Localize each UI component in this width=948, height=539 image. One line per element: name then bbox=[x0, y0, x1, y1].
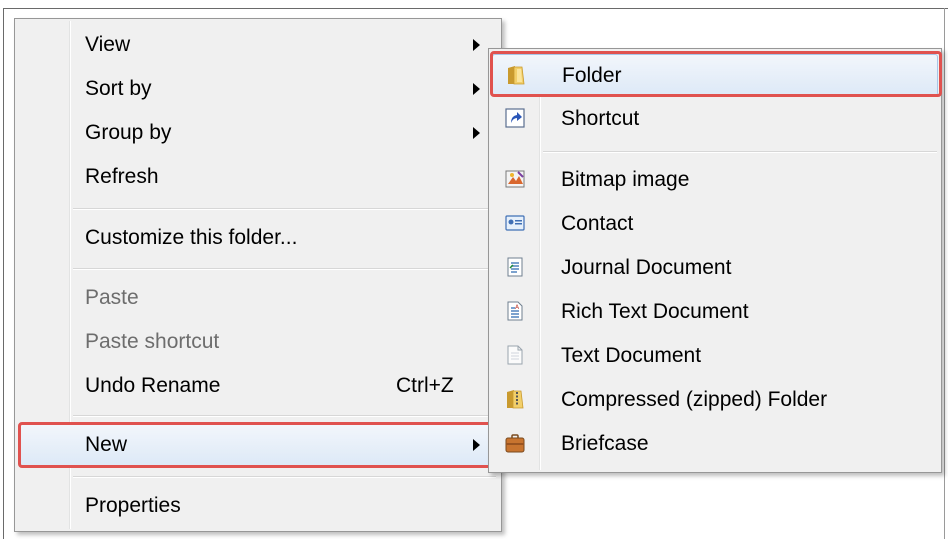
menu-item-view[interactable]: View bbox=[18, 24, 498, 66]
submenu-item-journal-document[interactable]: Journal Document bbox=[492, 247, 938, 289]
menu-separator bbox=[543, 151, 937, 153]
menu-item-label: Properties bbox=[85, 494, 181, 517]
menu-item-label: Text Document bbox=[561, 344, 702, 367]
menu-item-undo-rename[interactable]: Undo Rename Ctrl+Z bbox=[18, 365, 498, 407]
window-edge-top bbox=[3, 8, 948, 9]
keyboard-shortcut: Ctrl+Z bbox=[396, 374, 454, 397]
menu-item-label: Contact bbox=[561, 212, 634, 235]
menu-item-label: Briefcase bbox=[561, 432, 649, 455]
menu-separator bbox=[73, 415, 496, 417]
menu-item-label: Shortcut bbox=[561, 107, 640, 130]
contact-icon bbox=[505, 215, 525, 231]
menu-item-refresh[interactable]: Refresh bbox=[18, 156, 498, 198]
submenu-arrow-icon bbox=[473, 127, 480, 139]
menu-item-group-by[interactable]: Group by bbox=[18, 112, 498, 154]
menu-item-label: Customize this folder... bbox=[85, 226, 298, 249]
menu-item-label: Sort by bbox=[85, 77, 152, 100]
bitmap-image-icon bbox=[505, 170, 525, 188]
menu-item-customize-folder[interactable]: Customize this folder... bbox=[18, 217, 498, 259]
menu-separator bbox=[73, 476, 496, 478]
text-document-icon bbox=[507, 345, 523, 365]
menu-item-label: Compressed (zipped) Folder bbox=[561, 388, 828, 411]
menu-item-properties[interactable]: Properties bbox=[18, 485, 498, 527]
submenu-item-rich-text-document[interactable]: A Rich Text Document bbox=[492, 291, 938, 333]
menu-item-label: Paste shortcut bbox=[85, 330, 220, 353]
annotation-highlight-folder bbox=[490, 51, 942, 97]
rich-text-document-icon: A bbox=[507, 301, 523, 321]
submenu-item-contact[interactable]: Contact bbox=[492, 203, 938, 245]
briefcase-icon bbox=[505, 434, 525, 453]
menu-separator bbox=[73, 268, 496, 270]
menu-separator bbox=[73, 208, 496, 210]
submenu-item-shortcut[interactable]: Shortcut bbox=[492, 98, 938, 140]
submenu-arrow-icon bbox=[473, 83, 480, 95]
journal-document-icon bbox=[507, 257, 523, 277]
submenu-item-compressed-folder[interactable]: Compressed (zipped) Folder bbox=[492, 379, 938, 421]
menu-item-label: Bitmap image bbox=[561, 168, 690, 191]
shortcut-icon bbox=[505, 108, 525, 128]
window-edge-left bbox=[3, 8, 4, 539]
zipped-folder-icon bbox=[507, 390, 524, 409]
window-edge-right bbox=[944, 8, 945, 539]
menu-item-label: Journal Document bbox=[561, 256, 732, 279]
menu-item-label: Refresh bbox=[85, 165, 159, 188]
screenshot-canvas: View Sort by Group by Refresh Customize … bbox=[0, 0, 948, 539]
menu-item-label: View bbox=[85, 33, 131, 56]
submenu-item-text-document[interactable]: Text Document bbox=[492, 335, 938, 377]
menu-item-label: Paste bbox=[85, 286, 139, 309]
menu-item-label: Undo Rename bbox=[85, 374, 221, 397]
annotation-highlight-new bbox=[18, 422, 494, 468]
menu-item-label: Group by bbox=[85, 121, 172, 144]
menu-item-sort-by[interactable]: Sort by bbox=[18, 68, 498, 110]
menu-item-paste[interactable]: Paste bbox=[18, 277, 498, 319]
new-submenu: Folder Shortcut Bitmap image Contact Jou… bbox=[488, 48, 942, 473]
menu-item-paste-shortcut[interactable]: Paste shortcut bbox=[18, 321, 498, 363]
submenu-item-briefcase[interactable]: Briefcase bbox=[492, 423, 938, 465]
menu-item-label: Rich Text Document bbox=[561, 300, 749, 323]
submenu-item-bitmap-image[interactable]: Bitmap image bbox=[492, 159, 938, 201]
submenu-arrow-icon bbox=[473, 39, 480, 51]
